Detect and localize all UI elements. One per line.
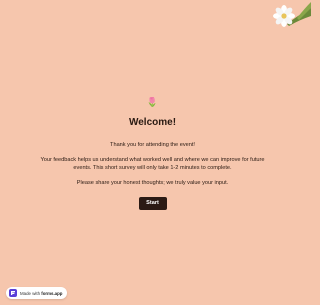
thanks-text: Thank you for attending the event! bbox=[110, 142, 195, 148]
request-text: Please share your honest thoughts; we tr… bbox=[76, 180, 229, 186]
start-button[interactable]: Start bbox=[138, 197, 167, 210]
decorative-flower-icon bbox=[273, 2, 311, 27]
forms-app-logo-icon bbox=[9, 289, 17, 297]
welcome-screen: 🌷 Welcome! Thank you for attending the e… bbox=[0, 97, 305, 210]
made-with-badge[interactable]: Made with forms.app bbox=[6, 287, 68, 299]
badge-text: Made with forms.app bbox=[20, 291, 62, 296]
welcome-title: Welcome! bbox=[128, 117, 177, 128]
description-text: Your feedback helps us understand what w… bbox=[40, 157, 265, 171]
badge-brand: forms.app bbox=[41, 290, 63, 296]
badge-prefix: Made with bbox=[20, 290, 41, 296]
tulip-emoji-icon: 🌷 bbox=[146, 98, 159, 108]
